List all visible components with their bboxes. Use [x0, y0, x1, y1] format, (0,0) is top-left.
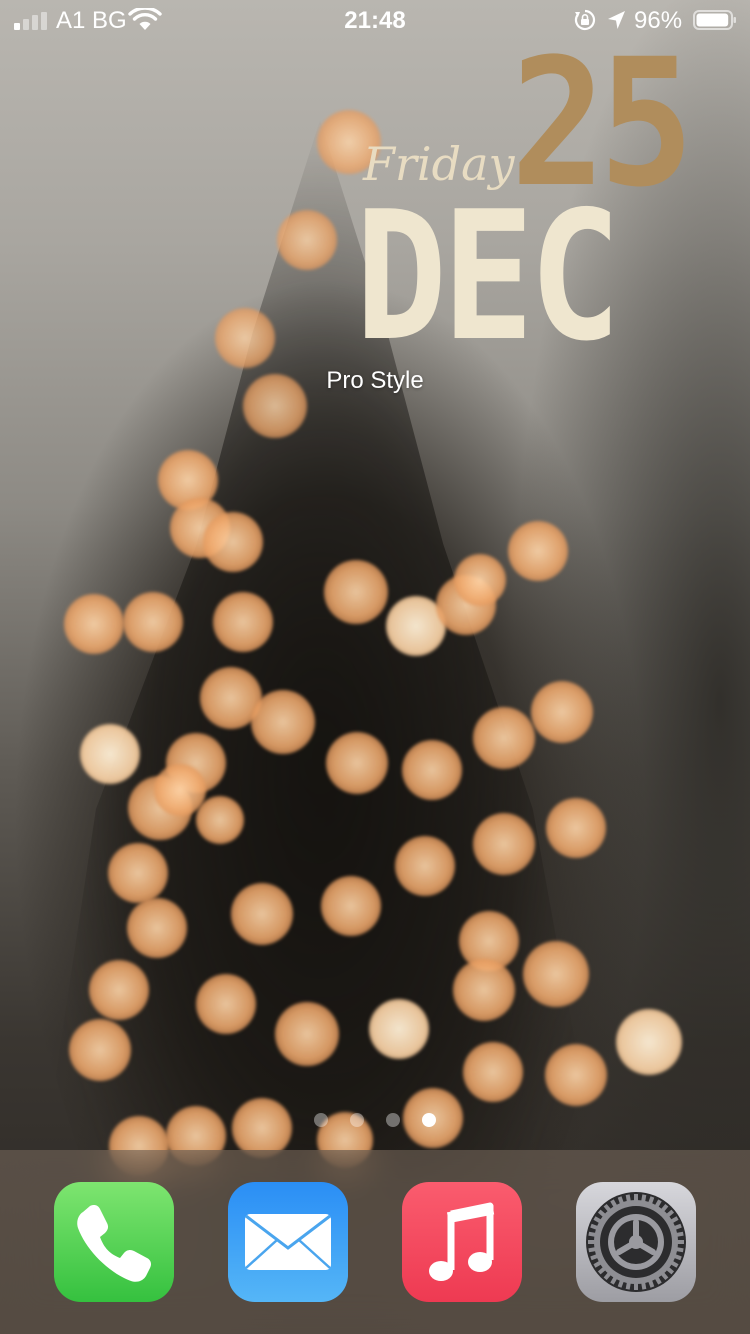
phone-icon — [77, 1205, 151, 1282]
bokeh-light — [80, 724, 140, 784]
bokeh-light — [89, 960, 149, 1020]
bokeh-light — [369, 999, 429, 1059]
bokeh-light — [231, 883, 293, 945]
bokeh-light — [545, 1044, 607, 1106]
month-label: DEC — [355, 173, 621, 380]
bokeh-light — [463, 1042, 523, 1102]
mail-icon — [245, 1214, 331, 1270]
bokeh-light — [251, 690, 315, 754]
bokeh-light — [215, 308, 275, 368]
bokeh-light — [275, 1002, 339, 1066]
mail-app-button[interactable] — [228, 1182, 348, 1302]
bokeh-light — [473, 707, 535, 769]
settings-gear-icon — [586, 1192, 686, 1292]
bokeh-light — [196, 974, 256, 1034]
battery-icon — [693, 10, 736, 30]
bokeh-light — [402, 740, 462, 800]
bokeh-light — [508, 521, 568, 581]
bokeh-light — [277, 210, 337, 270]
bokeh-light — [64, 594, 124, 654]
page-dot[interactable] — [350, 1113, 364, 1127]
bokeh-light — [232, 1098, 292, 1158]
bokeh-light — [123, 592, 183, 652]
page-dot-active[interactable] — [422, 1113, 436, 1127]
bokeh-light — [395, 836, 455, 896]
bokeh-light — [546, 798, 606, 858]
music-app-button[interactable] — [402, 1182, 522, 1302]
bokeh-light — [326, 732, 388, 794]
bokeh-light — [324, 560, 388, 624]
bokeh-light — [196, 796, 244, 844]
bokeh-light — [321, 876, 381, 936]
bokeh-light — [616, 1009, 682, 1075]
bokeh-light — [203, 512, 263, 572]
page-indicator[interactable] — [0, 1113, 750, 1127]
date-widget[interactable]: 25 Friday DEC — [355, 36, 695, 380]
bokeh-light — [454, 554, 506, 606]
bokeh-light — [531, 681, 593, 743]
page-dot[interactable] — [386, 1113, 400, 1127]
dock — [0, 1150, 750, 1334]
bokeh-light — [473, 813, 535, 875]
phone-app-button[interactable] — [54, 1182, 174, 1302]
bokeh-light — [523, 941, 589, 1007]
widget-name-label: Pro Style — [326, 367, 424, 394]
music-icon — [429, 1202, 495, 1281]
settings-app-button[interactable] — [576, 1182, 696, 1302]
page-dot[interactable] — [314, 1113, 328, 1127]
bokeh-light — [453, 959, 515, 1021]
bokeh-light — [108, 843, 168, 903]
bokeh-light — [127, 898, 187, 958]
bokeh-light — [213, 592, 273, 652]
bokeh-light — [69, 1019, 131, 1081]
